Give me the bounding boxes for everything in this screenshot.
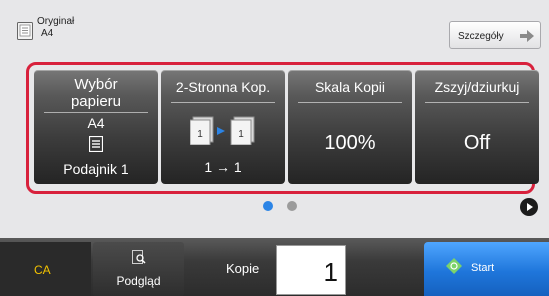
duplex-value: 1 → 1 [204, 159, 242, 175]
top-bar: Oryginał A4 Szczegóły [0, 0, 549, 55]
copies-value: 1 [323, 257, 338, 287]
copy-screen: Oryginał A4 Szczegóły Wybór papieru A4 P… [0, 0, 549, 296]
preview-label: Podgląd [116, 274, 161, 288]
start-icon [446, 258, 462, 274]
copies-input[interactable]: 1 [276, 245, 346, 295]
arrow-right-icon [520, 30, 534, 42]
divider [425, 102, 529, 103]
scale-value: 100% [324, 132, 376, 154]
divider [171, 102, 275, 103]
tray-icon [89, 136, 103, 152]
next-page-button[interactable] [520, 198, 538, 216]
copy-ratio-tile[interactable]: Skala Kopii 100% [288, 70, 412, 184]
document-icon [17, 22, 33, 40]
duplex-tile-title: 2-Stronna Kop. [175, 79, 271, 95]
preview-button[interactable]: Podgląd [93, 242, 184, 296]
clear-all-label: CA [34, 263, 51, 277]
duplex-copy-icon: 1 1 [190, 116, 255, 145]
staple-value: Off [463, 132, 491, 154]
page-indicator-inactive[interactable] [287, 201, 297, 211]
scale-tile-title: Skala Kopii [314, 79, 386, 95]
paper-tray-value: Podajnik 1 [63, 161, 129, 177]
start-label: Start [471, 262, 495, 274]
original-label: Oryginał [37, 16, 75, 27]
paper-size: A4 [87, 115, 105, 131]
preview-icon [132, 250, 146, 264]
copies-label: Kopie [226, 261, 260, 276]
svg-text:1: 1 [238, 129, 244, 140]
clear-all-button[interactable]: CA [0, 242, 91, 296]
original-size: A4 [41, 28, 54, 39]
divider [44, 112, 148, 113]
divider [298, 102, 402, 103]
staple-punch-tile[interactable]: Zszyj/dziurkuj Off [415, 70, 539, 184]
staple-tile-title: Zszyj/dziurkuj [434, 79, 520, 95]
svg-text:1: 1 [197, 129, 203, 140]
paper-tile-title-line1: Wybór [74, 76, 118, 93]
duplex-copy-tile[interactable]: 2-Stronna Kop. 1 1 1 → 1 [161, 70, 285, 184]
page-indicator-active[interactable] [263, 201, 273, 211]
details-button-label: Szczegóły [458, 31, 504, 42]
details-button[interactable]: Szczegóły [449, 21, 541, 49]
start-button[interactable]: Start [424, 242, 549, 296]
paper-tile-title-line2: papieru [70, 93, 122, 110]
paper-select-tile[interactable]: Wybór papieru A4 Podajnik 1 [34, 70, 158, 184]
